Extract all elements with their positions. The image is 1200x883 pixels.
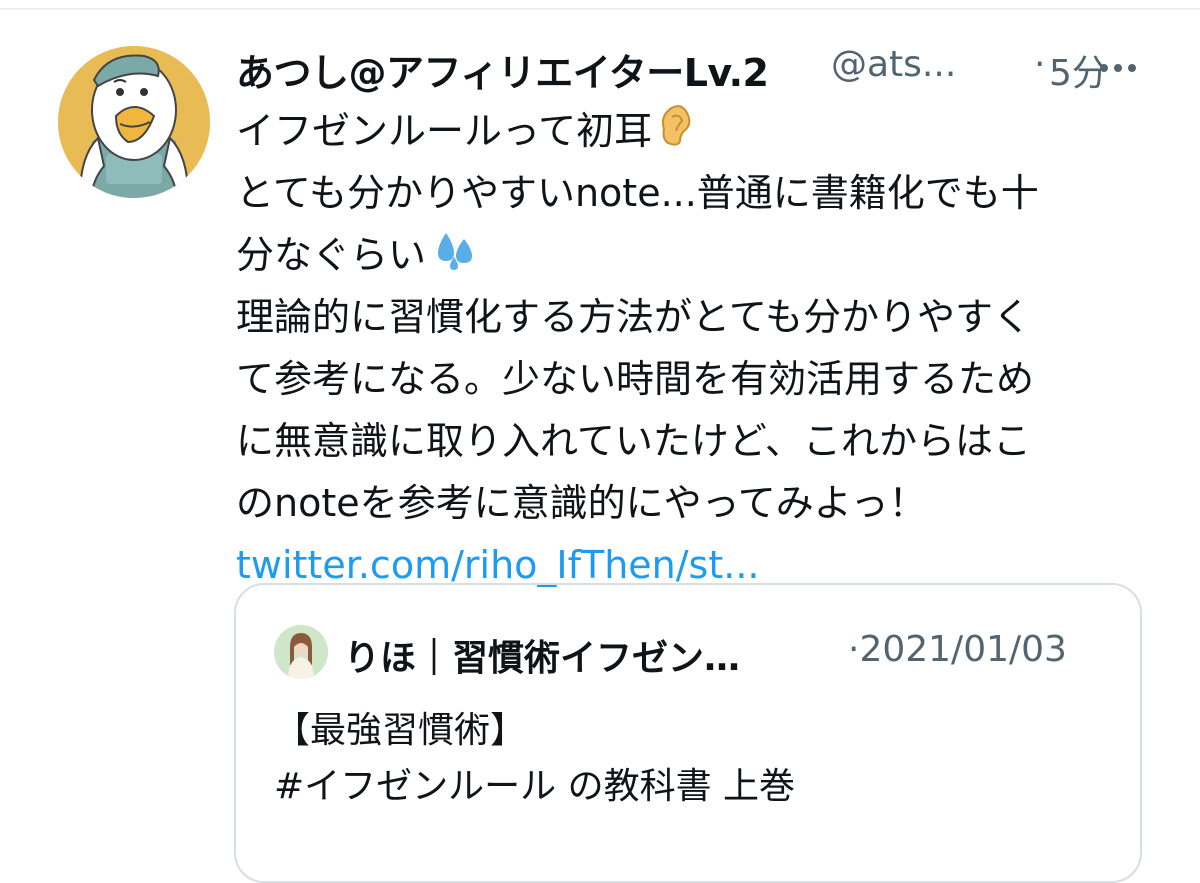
quoted-tweet-text: 【最強習慣術】 #イフゼンルール の教科書 上巻 (274, 703, 795, 815)
tweet-text: イフゼンルールって初耳 とても分かりやすいnote...普通に書籍化でも十 分な… (236, 100, 1146, 596)
author-name[interactable]: あつし@アフィリエイターLv.2 (236, 42, 769, 97)
quoted-author-avatar[interactable] (274, 625, 328, 679)
tweet-line: に無意識に取り入れていたけど、これからはこ (236, 419, 1031, 463)
quoted-tweet-card[interactable]: りほ｜習慣術イフゼン… ·2021/01/03 【最強習慣術】 #イフゼンルール… (234, 583, 1142, 883)
more-options-icon[interactable] (1096, 58, 1140, 78)
separator: · (1034, 44, 1046, 85)
tweet-line: のnoteを参考に意識的にやってみよっ！ (236, 481, 927, 525)
tweet-line: て参考になる。少ない時間を有効活用するため (236, 357, 1035, 401)
tweet-line: 分なぐらい (236, 224, 1146, 286)
quoted-line: #イフゼンルール の教科書 上巻 (274, 766, 796, 807)
top-divider (0, 8, 1200, 10)
quoted-line: 【最強習慣術】 (274, 710, 527, 751)
person-photo-icon (274, 625, 328, 679)
author-avatar[interactable] (58, 46, 210, 198)
tweet-line: イフゼンルールって初耳 (236, 100, 1146, 162)
ear-emoji-icon (658, 103, 692, 165)
sweat-droplets-emoji-icon (432, 227, 480, 289)
quoted-author-name[interactable]: りほ｜習慣術イフゼン… (344, 629, 740, 681)
duck-character-icon (58, 46, 210, 198)
author-handle[interactable]: @ats... (831, 44, 956, 85)
tweet-line: とても分かりやすいnote...普通に書籍化でも十 (236, 171, 1039, 215)
quoted-tweet-date[interactable]: ·2021/01/03 (848, 629, 1067, 670)
tweet-line: 理論的に習慣化する方法がとても分かりやすく (236, 295, 1031, 339)
tweet-header: あつし@アフィリエイターLv.2 @ats... · 5分 (236, 38, 1176, 98)
